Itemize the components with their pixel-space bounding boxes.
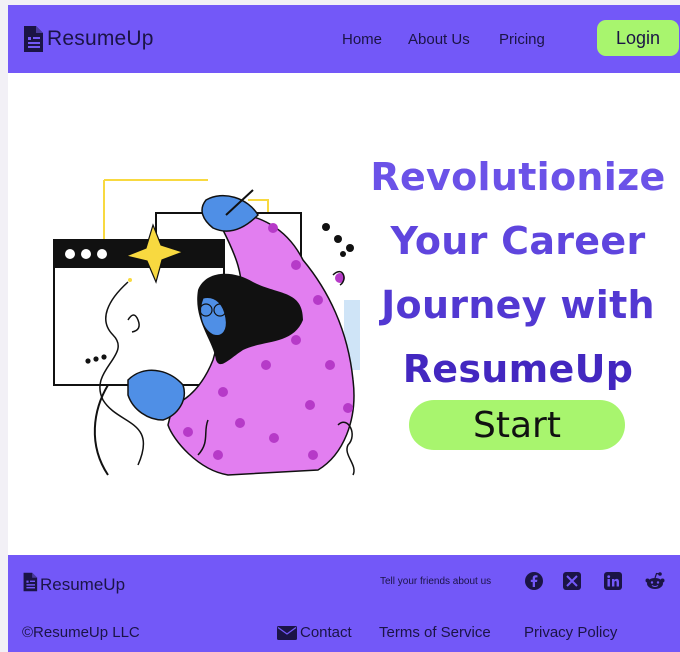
mail-icon: [277, 625, 300, 640]
nav-home[interactable]: Home: [342, 31, 382, 48]
contact-label: Contact: [300, 624, 352, 641]
hero-illustration: [48, 170, 368, 505]
brand-name: ResumeUp: [47, 27, 154, 50]
headline-line-3: Journey with: [381, 283, 655, 327]
share-prompt: Tell your friends about us: [380, 576, 492, 587]
login-button[interactable]: Login: [597, 20, 679, 56]
copyright-text: ©ResumeUp LLC: [22, 624, 140, 641]
document-icon: [22, 572, 38, 597]
facebook-icon[interactable]: [523, 570, 545, 592]
hero-headline: Revolutionize Your Career Journey with R…: [358, 145, 678, 401]
footer-link-terms[interactable]: Terms of Service: [379, 624, 491, 641]
footer-link-privacy[interactable]: Privacy Policy: [524, 624, 617, 641]
headline-line-1: Revolutionize: [370, 155, 666, 199]
nav-pricing[interactable]: Pricing: [499, 31, 545, 48]
x-icon[interactable]: [561, 570, 583, 592]
page-frame: ResumeUp Home About Us Pricing Login Rev…: [8, 5, 680, 652]
footer-link-contact[interactable]: Contact: [277, 624, 352, 641]
linkedin-icon[interactable]: [602, 570, 624, 592]
headline-line-4: ResumeUp: [402, 347, 634, 391]
reddit-icon[interactable]: [644, 570, 666, 592]
footer: ResumeUp Tell your friends about us ©Res…: [8, 555, 680, 652]
document-icon: [22, 25, 44, 53]
nav-about-us[interactable]: About Us: [408, 31, 470, 48]
footer-brand-name: ResumeUp: [40, 574, 126, 594]
brand-logo[interactable]: ResumeUp: [22, 23, 154, 55]
footer-brand-logo[interactable]: ResumeUp: [22, 572, 125, 597]
start-button[interactable]: Start: [409, 400, 625, 450]
headline-line-2: Your Career: [390, 219, 646, 263]
top-navbar: ResumeUp Home About Us Pricing Login: [8, 5, 680, 73]
